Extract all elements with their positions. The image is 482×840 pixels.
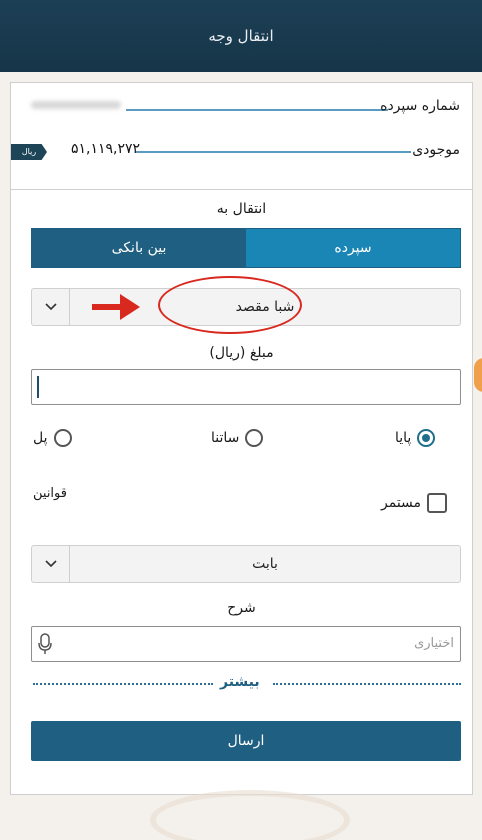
chevron-down-icon	[32, 546, 70, 582]
background-decoration	[150, 790, 350, 840]
submit-button[interactable]: ارسال	[31, 721, 461, 761]
radio-satna-label: ساتنا	[211, 430, 240, 446]
radio-satna-circle	[245, 429, 264, 447]
app-header: انتقال وجه	[0, 0, 482, 72]
tab-deposit[interactable]: سپرده	[246, 229, 460, 267]
recurring-checkbox-box	[427, 493, 448, 513]
side-drawer-handle[interactable]	[474, 358, 482, 392]
account-summary-card: شماره سپرده ریال ۵۱,۱۱۹,۲۷۲ موجودی	[10, 82, 473, 190]
more-divider-right	[273, 683, 461, 685]
page-title: انتقال وجه	[208, 27, 274, 45]
annotation-arrow-icon	[92, 294, 140, 320]
more-divider-left	[33, 683, 213, 685]
reason-select[interactable]: بابت	[31, 545, 461, 583]
description-label: شرح	[227, 600, 256, 616]
text-caret	[37, 376, 39, 398]
description-input[interactable]: اختیاری	[31, 626, 461, 662]
radio-satna[interactable]: ساتنا	[211, 429, 264, 447]
tab-interbank[interactable]: بین بانکی	[32, 229, 246, 267]
rules-link[interactable]: قوانین	[33, 486, 67, 501]
recurring-label: مستمر	[381, 495, 422, 511]
radio-paya-label: پایا	[395, 430, 412, 446]
balance-label: موجودی	[412, 142, 460, 158]
reason-select-value: بابت	[252, 556, 278, 572]
transfer-to-label: انتقال به	[216, 201, 267, 217]
radio-paya[interactable]: پایا	[395, 429, 436, 447]
more-toggle[interactable]: بیشتر	[220, 674, 260, 690]
recurring-checkbox[interactable]: مستمر	[381, 493, 448, 513]
balance-line	[136, 151, 411, 153]
transfer-type-tabs: بین بانکی سپرده	[31, 228, 461, 268]
microphone-icon[interactable]	[38, 633, 52, 659]
deposit-number-label: شماره سپرده	[380, 98, 460, 114]
balance-value: ۵۱,۱۱۹,۲۷۲	[71, 141, 141, 157]
deposit-number-line	[126, 109, 388, 111]
description-placeholder: اختیاری	[414, 636, 454, 651]
currency-badge: ریال	[11, 144, 47, 160]
radio-paya-circle	[417, 429, 436, 447]
deposit-number-value	[31, 101, 121, 109]
radio-pol[interactable]: پل	[33, 429, 72, 447]
radio-pol-circle	[53, 429, 72, 447]
radio-pol-label: پل	[33, 430, 48, 446]
annotation-ellipse	[158, 276, 302, 334]
amount-input[interactable]	[31, 369, 461, 405]
chevron-down-icon	[32, 289, 70, 325]
amount-label: مبلغ (ریال)	[209, 345, 274, 361]
